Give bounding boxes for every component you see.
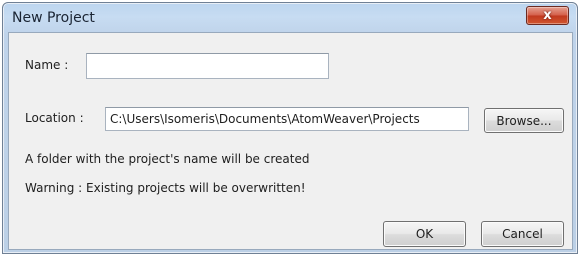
name-label: Name : <box>25 58 69 72</box>
close-button[interactable]: x <box>526 6 569 25</box>
info-text: A folder with the project's name will be… <box>25 152 310 166</box>
new-project-dialog: New Project x Name : Location : C:\Users… <box>2 2 578 254</box>
cancel-button[interactable]: Cancel <box>481 221 564 247</box>
location-label: Location : <box>25 111 84 125</box>
dialog-body: Name : Location : C:\Users\Isomeris\Docu… <box>8 32 573 250</box>
warning-text: Warning : Existing projects will be over… <box>25 181 306 195</box>
browse-button[interactable]: Browse... <box>484 108 564 133</box>
ok-button[interactable]: OK <box>383 221 466 247</box>
close-icon: x <box>543 8 552 23</box>
location-field[interactable]: C:\Users\Isomeris\Documents\AtomWeaver\P… <box>105 107 469 131</box>
dialog-title: New Project <box>12 10 95 26</box>
name-input[interactable] <box>86 53 329 79</box>
title-bar[interactable]: New Project x <box>3 3 577 33</box>
